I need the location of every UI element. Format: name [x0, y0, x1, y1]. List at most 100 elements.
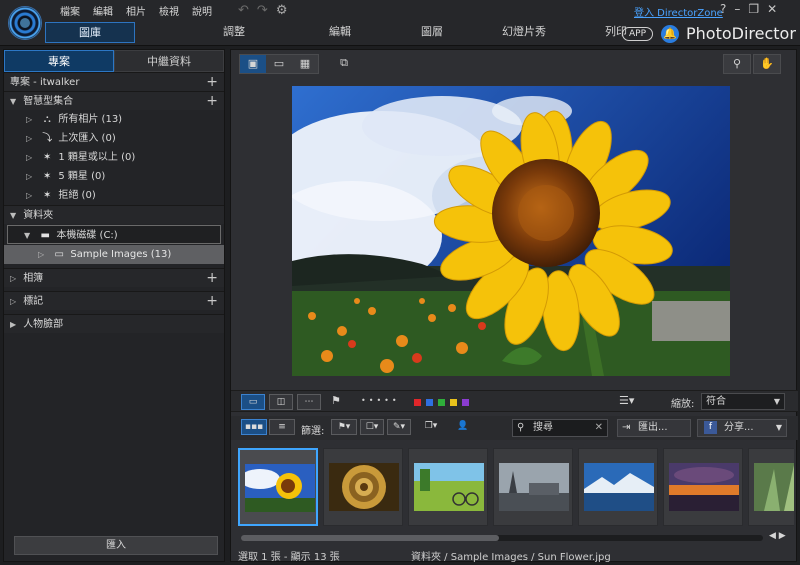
thumbnail-castle[interactable]: [493, 448, 573, 526]
export-button[interactable]: ⇥ 匯出...: [617, 419, 691, 437]
single-layout-icon[interactable]: ▭: [241, 394, 265, 410]
expand-arrow-icon[interactable]: ▶: [10, 315, 20, 334]
albums-header[interactable]: ▷ 相簿 +: [4, 268, 224, 287]
expand-arrow-icon[interactable]: ▷: [26, 148, 36, 167]
module-tabs: 圖庫 調整 編輯 圖層 幻燈片秀 列印: [45, 22, 669, 43]
folders-header[interactable]: ▼ 資料夾: [4, 205, 224, 224]
list-view-icon[interactable]: ≡: [269, 419, 295, 435]
menu-edit[interactable]: 編輯: [87, 3, 120, 18]
label-purple-icon[interactable]: [462, 399, 469, 406]
undo-icon[interactable]: ↶: [238, 3, 249, 18]
compare-view-icon[interactable]: ▭: [266, 55, 292, 73]
star-icon: ✶: [42, 171, 52, 182]
menu-view[interactable]: 檢視: [153, 3, 186, 18]
zoom-select[interactable]: 符合: [701, 393, 785, 410]
thumbnail-view-icon[interactable]: ▪▪▪: [241, 419, 267, 435]
tab-layers[interactable]: 圖層: [387, 22, 477, 43]
faces-header[interactable]: ▶ 人物臉部: [4, 314, 224, 333]
star-icon: ✶: [42, 152, 52, 163]
menu-photo[interactable]: 相片: [120, 3, 153, 18]
expand-arrow-icon[interactable]: ▷: [10, 292, 20, 311]
single-view-icon[interactable]: ▣: [240, 55, 266, 73]
add-person-icon[interactable]: 👤: [453, 419, 473, 435]
smart-item-rejected[interactable]: ▷ ✶ 拒絕 (0): [4, 186, 224, 205]
smart-item-last-import[interactable]: ▷ ⤵ 上次匯入 (0): [4, 129, 224, 148]
help-icon[interactable]: ?: [720, 2, 726, 16]
multi-layout-icon[interactable]: ⋯: [297, 394, 321, 410]
thumbnail-spiral[interactable]: [323, 448, 403, 526]
notification-bell-icon[interactable]: 🔔: [661, 25, 679, 43]
second-monitor-icon[interactable]: ⧉: [331, 54, 357, 72]
smart-collection-header[interactable]: ▼ 智慧型集合 +: [4, 91, 224, 110]
tab-edit[interactable]: 編輯: [295, 22, 385, 43]
expand-arrow-icon[interactable]: ▷: [38, 245, 48, 264]
expand-arrow-icon[interactable]: ▷: [26, 186, 36, 205]
smart-item-all-photos[interactable]: ▷ ⛬ 所有相片 (13): [4, 110, 224, 129]
collapse-arrow-icon[interactable]: ▼: [10, 206, 20, 225]
tab-metadata[interactable]: 中繼資料: [114, 50, 224, 72]
edit-filter-icon[interactable]: ✎▾: [387, 419, 411, 435]
rating-dots[interactable]: •••••: [361, 396, 400, 405]
thumbnail-snow-lake[interactable]: [578, 448, 658, 526]
expand-arrow-icon[interactable]: ▷: [26, 110, 36, 129]
smart-item-five-star[interactable]: ▷ ✶ 5 顆星 (0): [4, 167, 224, 186]
scroll-right-icon[interactable]: ▶: [779, 531, 786, 541]
expand-arrow-icon[interactable]: ▷: [26, 129, 36, 148]
search-box[interactable]: ⚲ 搜尋 ✕: [512, 419, 608, 437]
add-tag-icon[interactable]: +: [206, 292, 218, 311]
restore-icon[interactable]: ❐: [748, 2, 759, 16]
login-link[interactable]: 登入 DirectorZone: [634, 4, 723, 19]
scroll-left-icon[interactable]: ◀: [769, 531, 776, 541]
expand-arrow-icon[interactable]: ▷: [26, 167, 36, 186]
add-project-icon[interactable]: +: [206, 73, 218, 92]
flag-filter-icon[interactable]: ⚑▾: [331, 419, 357, 435]
drive-row[interactable]: ▼ ▬ 本機磁碟 (C:): [7, 225, 221, 244]
thumbnail-scrollbar[interactable]: [241, 535, 763, 541]
folder-sample-images[interactable]: ▷ ▭ Sample Images (13): [4, 245, 224, 264]
menu-help[interactable]: 說明: [186, 3, 219, 18]
label-green-icon[interactable]: [438, 399, 445, 406]
smart-item-label: 所有相片 (13): [58, 114, 123, 125]
photo-preview[interactable]: [292, 86, 730, 376]
scrollbar-thumb[interactable]: [241, 535, 499, 541]
label-red-icon[interactable]: [414, 399, 421, 406]
sort-menu-icon[interactable]: ☰▾: [619, 394, 634, 407]
flag-icon[interactable]: ⚑: [331, 394, 341, 407]
hand-tool-icon[interactable]: ✋: [754, 55, 780, 73]
expand-arrow-icon[interactable]: ▷: [10, 269, 20, 288]
label-blue-icon[interactable]: [426, 399, 433, 406]
file-path: 資料夾 / Sample Images / Sun Flower.jpg: [411, 552, 611, 563]
add-album-icon[interactable]: +: [206, 269, 218, 288]
redo-icon[interactable]: ↷: [257, 3, 268, 18]
close-icon[interactable]: ✕: [767, 2, 777, 16]
compare-layout-icon[interactable]: ◫: [269, 394, 293, 410]
thumbnail-bicycle[interactable]: [408, 448, 488, 526]
collapse-arrow-icon[interactable]: ▼: [24, 226, 34, 245]
share-dropdown-icon[interactable]: ▼: [776, 420, 782, 436]
tab-project[interactable]: 專案: [4, 50, 114, 72]
clear-search-icon[interactable]: ✕: [595, 420, 603, 436]
app-badge[interactable]: APP: [622, 27, 653, 41]
minimize-icon[interactable]: –: [734, 2, 740, 16]
tags-header[interactable]: ▷ 標記 +: [4, 291, 224, 310]
magnifier-icon[interactable]: ⚲: [724, 55, 750, 73]
tab-slideshow[interactable]: 幻燈片秀: [479, 22, 569, 43]
smart-item-one-star[interactable]: ▷ ✶ 1 顆星或以上 (0): [4, 148, 224, 167]
label-yellow-icon[interactable]: [450, 399, 457, 406]
thumbnail-sunset[interactable]: [663, 448, 743, 526]
grid-view-icon[interactable]: ▦: [292, 55, 318, 73]
facebook-icon: f: [704, 421, 717, 434]
collapse-arrow-icon[interactable]: ▼: [10, 92, 20, 111]
share-button[interactable]: f 分享... ▼: [697, 419, 787, 437]
stack-icon[interactable]: ❐▾: [419, 419, 443, 435]
project-row[interactable]: 專案 - itwalker +: [4, 72, 224, 91]
smart-item-label: 5 顆星 (0): [58, 171, 106, 182]
tab-library[interactable]: 圖庫: [45, 22, 135, 43]
menu-file[interactable]: 檔案: [54, 3, 87, 18]
settings-gear-icon[interactable]: ⚙: [276, 3, 288, 18]
thumbnail-plant[interactable]: [748, 448, 794, 526]
add-smart-collection-icon[interactable]: +: [206, 92, 218, 111]
thumbnail-sunflower[interactable]: [238, 448, 318, 526]
tab-adjust[interactable]: 調整: [189, 22, 279, 43]
rating-filter-icon[interactable]: ☐▾: [360, 419, 384, 435]
